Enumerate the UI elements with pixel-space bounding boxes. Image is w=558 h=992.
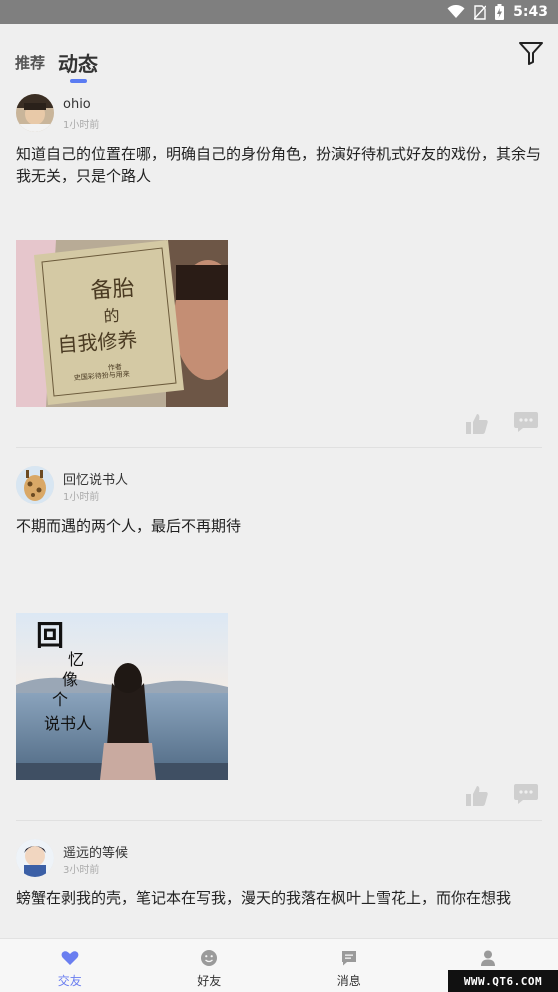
avatar[interactable] <box>16 466 54 504</box>
post-text: 知道自己的位置在哪，明确自己的身份角色，扮演好待机式好友的戏份，其余与我无关，只… <box>16 145 542 185</box>
no-sim-icon <box>474 4 487 20</box>
tab-recommend[interactable]: 推荐 <box>15 52 45 73</box>
feed-list[interactable]: ohio 1小时前 知道自己的位置在哪，明确自己的身份角色，扮演好待机式好友的戏… <box>0 90 558 938</box>
post-timestamp: 1小时前 <box>63 120 100 131</box>
tab-friends[interactable]: 好友 <box>140 939 280 992</box>
tab-friends-label: 好友 <box>197 974 222 988</box>
top-header: 推荐 动态 <box>0 24 558 90</box>
tab-messages[interactable]: 消息 <box>279 939 419 992</box>
thumbs-up-icon[interactable] <box>465 784 489 808</box>
post-item: 遥远的等候 3小时前 螃蟹在剥我的壳，笔记本在写我，漫天的我落在枫叶上雪花上，而… <box>0 835 558 938</box>
status-bar: 5:43 <box>0 0 558 24</box>
poem-char-1: 回 <box>36 619 64 652</box>
post-image[interactable]: 备胎 的 自我修养 作者 史国彩待扮与用来 <box>16 240 228 407</box>
post-item: ohio 1小时前 知道自己的位置在哪，明确自己的身份角色，扮演好待机式好友的戏… <box>0 90 558 448</box>
book-photo: 备胎 的 自我修养 作者 史国彩待扮与用来 <box>16 240 228 407</box>
battery-charging-icon <box>495 4 505 20</box>
status-icons: 5:43 <box>447 0 548 24</box>
sea-photo: 回 忆 像 个 说书人 <box>16 613 228 780</box>
avatar-image <box>16 94 54 132</box>
post-text: 不期而遇的两个人，最后不再期待 <box>16 517 242 535</box>
post-username[interactable]: 遥远的等候 <box>63 842 128 861</box>
tab-dating-label: 交友 <box>57 974 82 988</box>
avatar[interactable] <box>16 94 54 132</box>
avatar[interactable] <box>16 839 54 877</box>
divider <box>16 820 542 821</box>
poem-char-2: 忆 <box>68 650 84 669</box>
poem-char-3: 像 <box>62 670 78 689</box>
smile-icon <box>201 950 218 966</box>
wifi-icon <box>447 5 465 18</box>
post-username[interactable]: ohio <box>63 97 91 112</box>
heart-icon <box>61 951 79 965</box>
tab-messages-label: 消息 <box>336 974 361 988</box>
post-item: 回忆说书人 1小时前 不期而遇的两个人，最后不再期待 回 忆 像 个 说书人 <box>0 462 558 822</box>
post-text: 螃蟹在剥我的壳，笔记本在写我，漫天的我落在枫叶上雪花上，而你在想我 <box>16 889 512 907</box>
book-title-2: 的 <box>103 306 120 326</box>
divider <box>16 447 542 448</box>
comment-icon[interactable] <box>513 782 539 806</box>
thumbs-up-icon[interactable] <box>465 412 489 436</box>
poem-char-4: 个 <box>52 690 68 709</box>
post-image[interactable]: 回 忆 像 个 说书人 <box>16 613 228 780</box>
watermark: WWW.QT6.COM <box>448 970 558 992</box>
post-username[interactable]: 回忆说书人 <box>63 469 128 488</box>
tab-dynamics[interactable]: 动态 <box>58 48 98 77</box>
tab-dating[interactable]: 交友 <box>0 939 140 992</box>
tab-indicator <box>70 79 87 83</box>
poem-char-5: 说书人 <box>44 714 92 733</box>
status-time: 5:43 <box>513 4 548 20</box>
filter-icon[interactable] <box>518 40 544 66</box>
avatar-image <box>16 839 54 877</box>
post-timestamp: 3小时前 <box>63 865 100 876</box>
avatar-image <box>16 466 54 504</box>
comment-icon[interactable] <box>513 410 539 434</box>
user-icon <box>481 950 496 966</box>
book-title-1: 备胎 <box>90 276 136 304</box>
message-icon <box>341 951 356 966</box>
post-timestamp: 1小时前 <box>63 492 100 503</box>
